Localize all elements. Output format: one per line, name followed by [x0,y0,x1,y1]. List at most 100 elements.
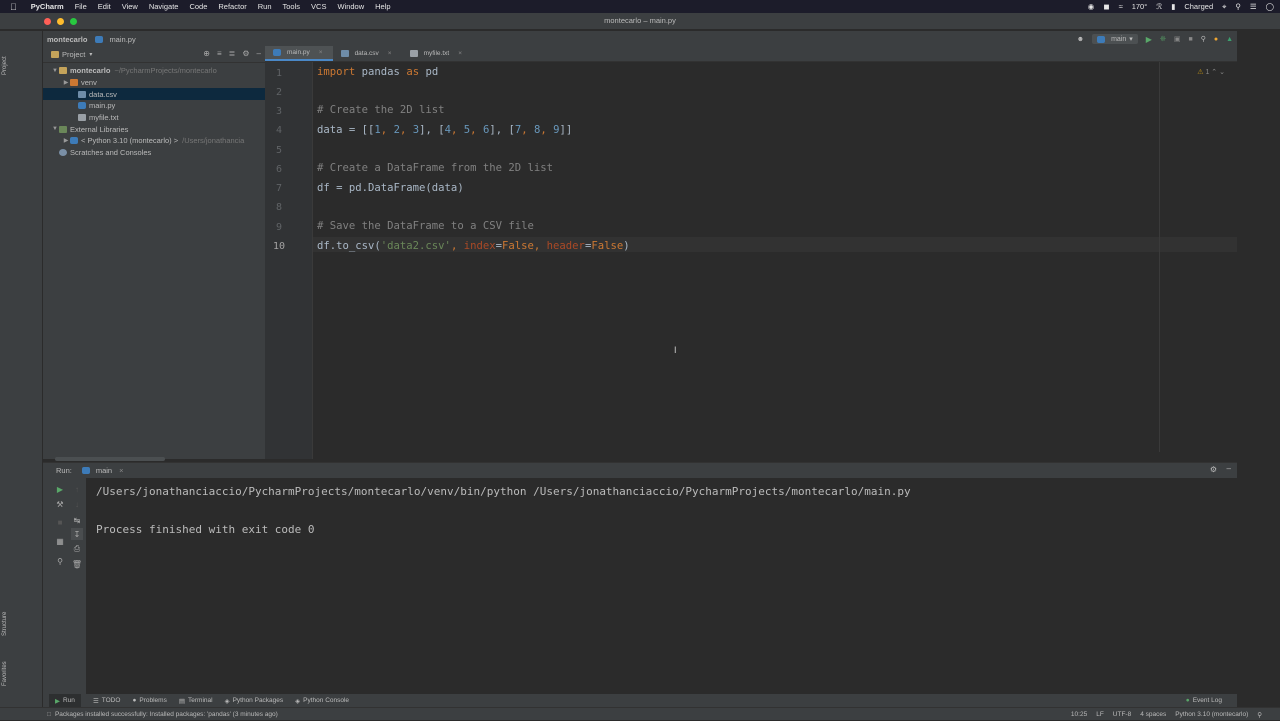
tab-main-py[interactable]: main.py × [265,46,333,61]
line-separator[interactable]: LF [1096,711,1104,718]
lock-icon[interactable]: ⚲ [1257,711,1262,719]
tool-tab-python-packages[interactable]: ◈ Python Packages [225,697,284,705]
tool-tab-todo[interactable]: ☰ TODO [93,697,121,705]
breadcrumb-project[interactable]: montecarlo [47,35,87,44]
tool-tab-run[interactable]: ▶ Run [49,694,81,707]
event-log-button[interactable]: ● Event Log [1186,697,1222,704]
siri-icon[interactable]: ◯ [1266,2,1274,11]
tool-tab-problems[interactable]: ● Problems [132,697,166,704]
tool-tab-terminal[interactable]: ▤ Terminal [179,697,213,705]
tree-item-label: venv [81,78,97,88]
menu-window[interactable]: Window [337,0,364,13]
menu-navigate[interactable]: Navigate [149,0,179,13]
close-tab-icon[interactable]: × [458,50,462,57]
wrench-icon[interactable]: ⚒ [54,498,66,510]
menu-app-name[interactable]: PyCharm [31,0,64,13]
tree-item-venv[interactable]: ▶ venv [43,77,265,89]
search-everywhere-icon[interactable]: ⚲ [1201,35,1206,43]
tree-item-python-sdk[interactable]: ▶ < Python 3.10 (montecarlo) > /Users/jo… [43,135,265,147]
status-panel-icon[interactable]: □ [47,711,51,718]
menu-edit[interactable]: Edit [98,0,111,13]
close-tab-icon[interactable]: × [319,49,323,56]
collapsed-arrow-icon[interactable]: ▶ [62,137,70,144]
locate-icon[interactable]: ⊕ [203,49,210,58]
collapse-all-icon[interactable]: ≡ [217,49,222,58]
wifi-icon[interactable]: ⌖ [1222,2,1226,12]
tree-item-scratches[interactable]: Scratches and Consoles [43,147,265,159]
tree-item-data-csv[interactable]: data.csv [43,88,265,101]
tree-item-external-libraries[interactable]: ▼ External Libraries [43,123,265,135]
interpreter-selector[interactable]: Python 3.10 (montecarlo) [1175,711,1248,718]
close-tab-icon[interactable]: × [388,50,392,57]
hide-icon[interactable]: – [1227,464,1231,473]
structure-tool-label[interactable]: Structure [2,612,8,636]
updates-icon[interactable]: ● [1214,36,1218,43]
stop-run-icon[interactable]: ■ [1188,36,1192,43]
tree-root-montecarlo[interactable]: ▼ montecarlo ~/PycharmProjects/montecarl… [43,65,265,77]
tab-myfile-txt[interactable]: myfile.txt × [402,46,472,61]
close-tab-icon[interactable]: × [119,466,123,475]
breadcrumb-file[interactable]: main.py [95,35,136,44]
tool-tab-python-console[interactable]: ◈ Python Console [295,697,349,705]
inspection-widget[interactable]: ⚠ 1 ⌃ ⌄ [1197,68,1225,76]
search-icon[interactable]: ⚲ [1235,2,1241,11]
run-tab-main[interactable]: main × [81,466,124,475]
console-output[interactable]: /Users/jonathanciaccio/PycharmProjects/m… [96,485,911,536]
line-number-gutter[interactable]: 1 2 3 4 5 6 7 8 9 10 [265,62,313,459]
menu-run[interactable]: Run [258,0,272,13]
layout-icon[interactable]: ▦ [54,535,66,547]
expanded-arrow-icon[interactable]: ▼ [51,68,59,74]
run-config-selector[interactable]: main ▾ [1092,34,1138,44]
coverage-icon[interactable]: ▣ [1174,35,1181,43]
menu-refactor[interactable]: Refactor [218,0,246,13]
gear-icon[interactable]: ⚙ [242,49,249,58]
indent-setting[interactable]: 4 spaces [1140,711,1166,718]
debug-icon[interactable]: ❊ [1160,35,1166,43]
tab-data-csv[interactable]: data.csv × [333,46,402,61]
jetbrains-icon[interactable]: ▲ [1226,36,1233,43]
caret-position[interactable]: 10:25 [1071,711,1087,718]
control-center-icon[interactable]: ☰ [1250,2,1257,11]
file-encoding[interactable]: UTF-8 [1113,711,1131,718]
chevron-up-icon[interactable]: ⌃ [1211,69,1217,76]
pin-icon[interactable]: ⚲ [54,555,66,567]
menu-file[interactable]: File [75,0,87,13]
chevron-down-icon[interactable]: ▾ [89,51,92,58]
tool-tab-label: TODO [101,697,121,704]
rerun-icon[interactable]: ▶ [54,483,66,495]
stop-icon[interactable]: ■ [54,516,66,528]
soft-wrap-icon[interactable]: ↹ [71,514,83,526]
scroll-up-icon[interactable]: ↑ [71,483,83,495]
project-tool-label[interactable]: Project [2,56,8,75]
trash-icon[interactable]: 🗑 [71,558,83,570]
favorites-tool-label[interactable]: Favorites [2,661,8,686]
status-bar: □ Packages installed successfully: Insta… [0,707,1280,720]
print-icon[interactable]: ⎙ [71,543,83,555]
record-icon[interactable]: ◉ [1088,2,1095,11]
collapsed-arrow-icon[interactable]: ▶ [62,79,70,86]
run-icon: ▶ [55,697,60,705]
expand-all-icon[interactable]: ≣ [229,49,236,58]
scroll-to-end-icon[interactable]: ↧ [71,528,83,540]
tree-item-main-py[interactable]: main.py [43,100,265,112]
horizontal-scrollbar[interactable] [55,457,165,461]
menu-view[interactable]: View [122,0,138,13]
apple-icon[interactable]:  [10,2,17,12]
menu-tools[interactable]: Tools [283,0,301,13]
bluetooth-icon[interactable]: ℛ [1156,2,1162,11]
run-icon[interactable]: ▶ [1146,35,1152,44]
menu-code[interactable]: Code [189,0,207,13]
status-message[interactable]: Packages installed successfully: Install… [55,711,278,718]
scroll-down-icon[interactable]: ↓ [71,498,83,510]
stop-icon[interactable]: ◼ [1103,2,1109,11]
expanded-arrow-icon[interactable]: ▼ [51,126,59,132]
gear-icon[interactable]: ⚙ [1210,465,1217,474]
user-icon[interactable]: ☻ [1077,36,1084,43]
tree-item-myfile-txt[interactable]: myfile.txt [43,112,265,124]
project-panel-title[interactable]: Project [62,50,85,59]
menu-help[interactable]: Help [375,0,390,13]
menu-vcs[interactable]: VCS [311,0,326,13]
battery-icon[interactable]: ▮ [1171,2,1175,11]
chevron-down-icon[interactable]: ⌄ [1219,69,1225,76]
hide-icon[interactable]: – [257,49,261,58]
